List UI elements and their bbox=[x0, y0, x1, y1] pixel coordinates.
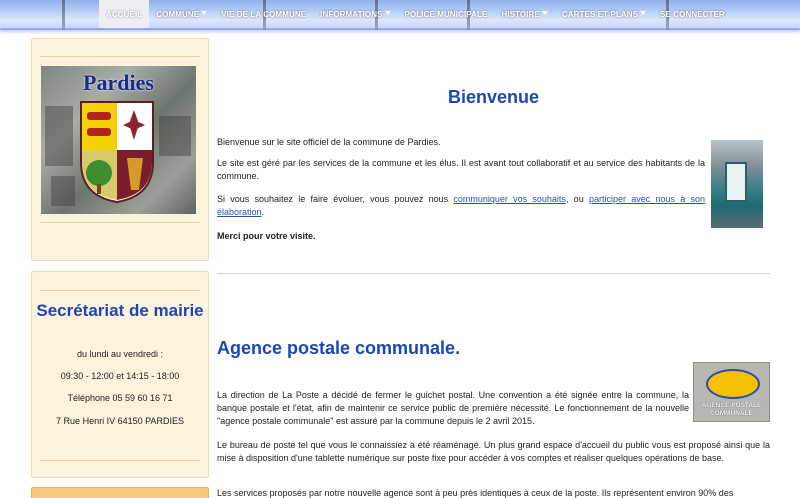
divider bbox=[40, 56, 200, 57]
top-navigation: ACCUEIL COMMUNE VIE DE LA COMMUNE INFORMATI… bbox=[0, 0, 800, 30]
agence-paragraph-1: La direction de La Poste a décidé de fer… bbox=[217, 390, 689, 426]
welcome-paragraph-2: Le site est géré par les services de la … bbox=[217, 158, 705, 181]
secretariat-address: 7 Rue Henri IV 64150 PARDIES bbox=[56, 416, 184, 426]
divider bbox=[40, 290, 200, 291]
pardies-coat-of-arms-logo[interactable]: Pardies bbox=[41, 66, 196, 214]
nav-item-histoire[interactable]: HISTOIRE bbox=[494, 0, 554, 28]
la-poste-bird-icon bbox=[706, 369, 760, 399]
secretariat-title: Secrétariat de mairie bbox=[36, 301, 204, 320]
caret-down-icon bbox=[201, 10, 208, 15]
logo-title: Pardies bbox=[83, 70, 154, 95]
caret-down-icon bbox=[541, 10, 548, 15]
agence-paragraph-2: Le bureau de poste tel que vous le conna… bbox=[217, 440, 770, 463]
divider bbox=[40, 222, 200, 223]
secretariat-days: du lundi au vendredi : bbox=[76, 349, 164, 359]
caret-down-icon bbox=[384, 10, 391, 15]
agence-paragraph-3: Les services proposés par notre nouvelle… bbox=[217, 488, 734, 498]
divider bbox=[40, 460, 200, 461]
welcome-paragraph-3: Si vous souhaitez le faire évoluer, vous… bbox=[217, 194, 706, 217]
agence-title: Agence postale communale. bbox=[217, 338, 461, 358]
agence-logo-text: AGENCE POSTALE COMMUNALE bbox=[701, 402, 762, 417]
nav-item-cartes-et-plans[interactable]: CARTES ET PLANS bbox=[555, 0, 653, 28]
nav-item-commune[interactable]: COMMUNE bbox=[149, 0, 214, 28]
thanks-text: Merci pour votre visite. bbox=[217, 231, 316, 241]
section-divider bbox=[217, 273, 770, 274]
nav-item-informations[interactable]: INFORMATIONS bbox=[313, 0, 397, 28]
nav-item-se-connecter[interactable]: SE CONNECTER bbox=[653, 0, 732, 28]
post-kiosk-photo bbox=[711, 140, 763, 228]
nav-item-vie-de-la-commune[interactable]: VIE DE LA COMMUNE bbox=[214, 0, 313, 28]
sidebar-next-box bbox=[31, 487, 209, 498]
caret-down-icon bbox=[640, 10, 647, 15]
communicate-wishes-link[interactable]: communiquer vos souhaits bbox=[453, 194, 566, 204]
welcome-paragraph-1: Bienvenue sur le site officiel de la com… bbox=[217, 137, 441, 147]
nav-item-police-municipale[interactable]: POLICE MUNICIPALE bbox=[398, 0, 495, 28]
spire-decoration bbox=[62, 0, 65, 30]
secretariat-hours: 09:30 - 12:00 et 14:15 - 18:00 bbox=[60, 371, 180, 381]
welcome-title: Bienvenue bbox=[447, 87, 540, 107]
sidebar-logo-box: Pardies bbox=[31, 38, 209, 261]
nav-item-accueil[interactable]: ACCUEIL bbox=[99, 0, 150, 28]
sidebar-secretariat-box: Secrétariat de mairie du lundi au vendre… bbox=[31, 271, 209, 478]
la-poste-agence-logo: AGENCE POSTALE COMMUNALE bbox=[693, 362, 770, 422]
nav-menu: ACCUEIL COMMUNE VIE DE LA COMMUNE INFORMATI… bbox=[99, 0, 732, 28]
secretariat-phone: Téléphone 05 59 60 16 71 bbox=[67, 393, 173, 403]
shield-icon bbox=[80, 101, 154, 204]
